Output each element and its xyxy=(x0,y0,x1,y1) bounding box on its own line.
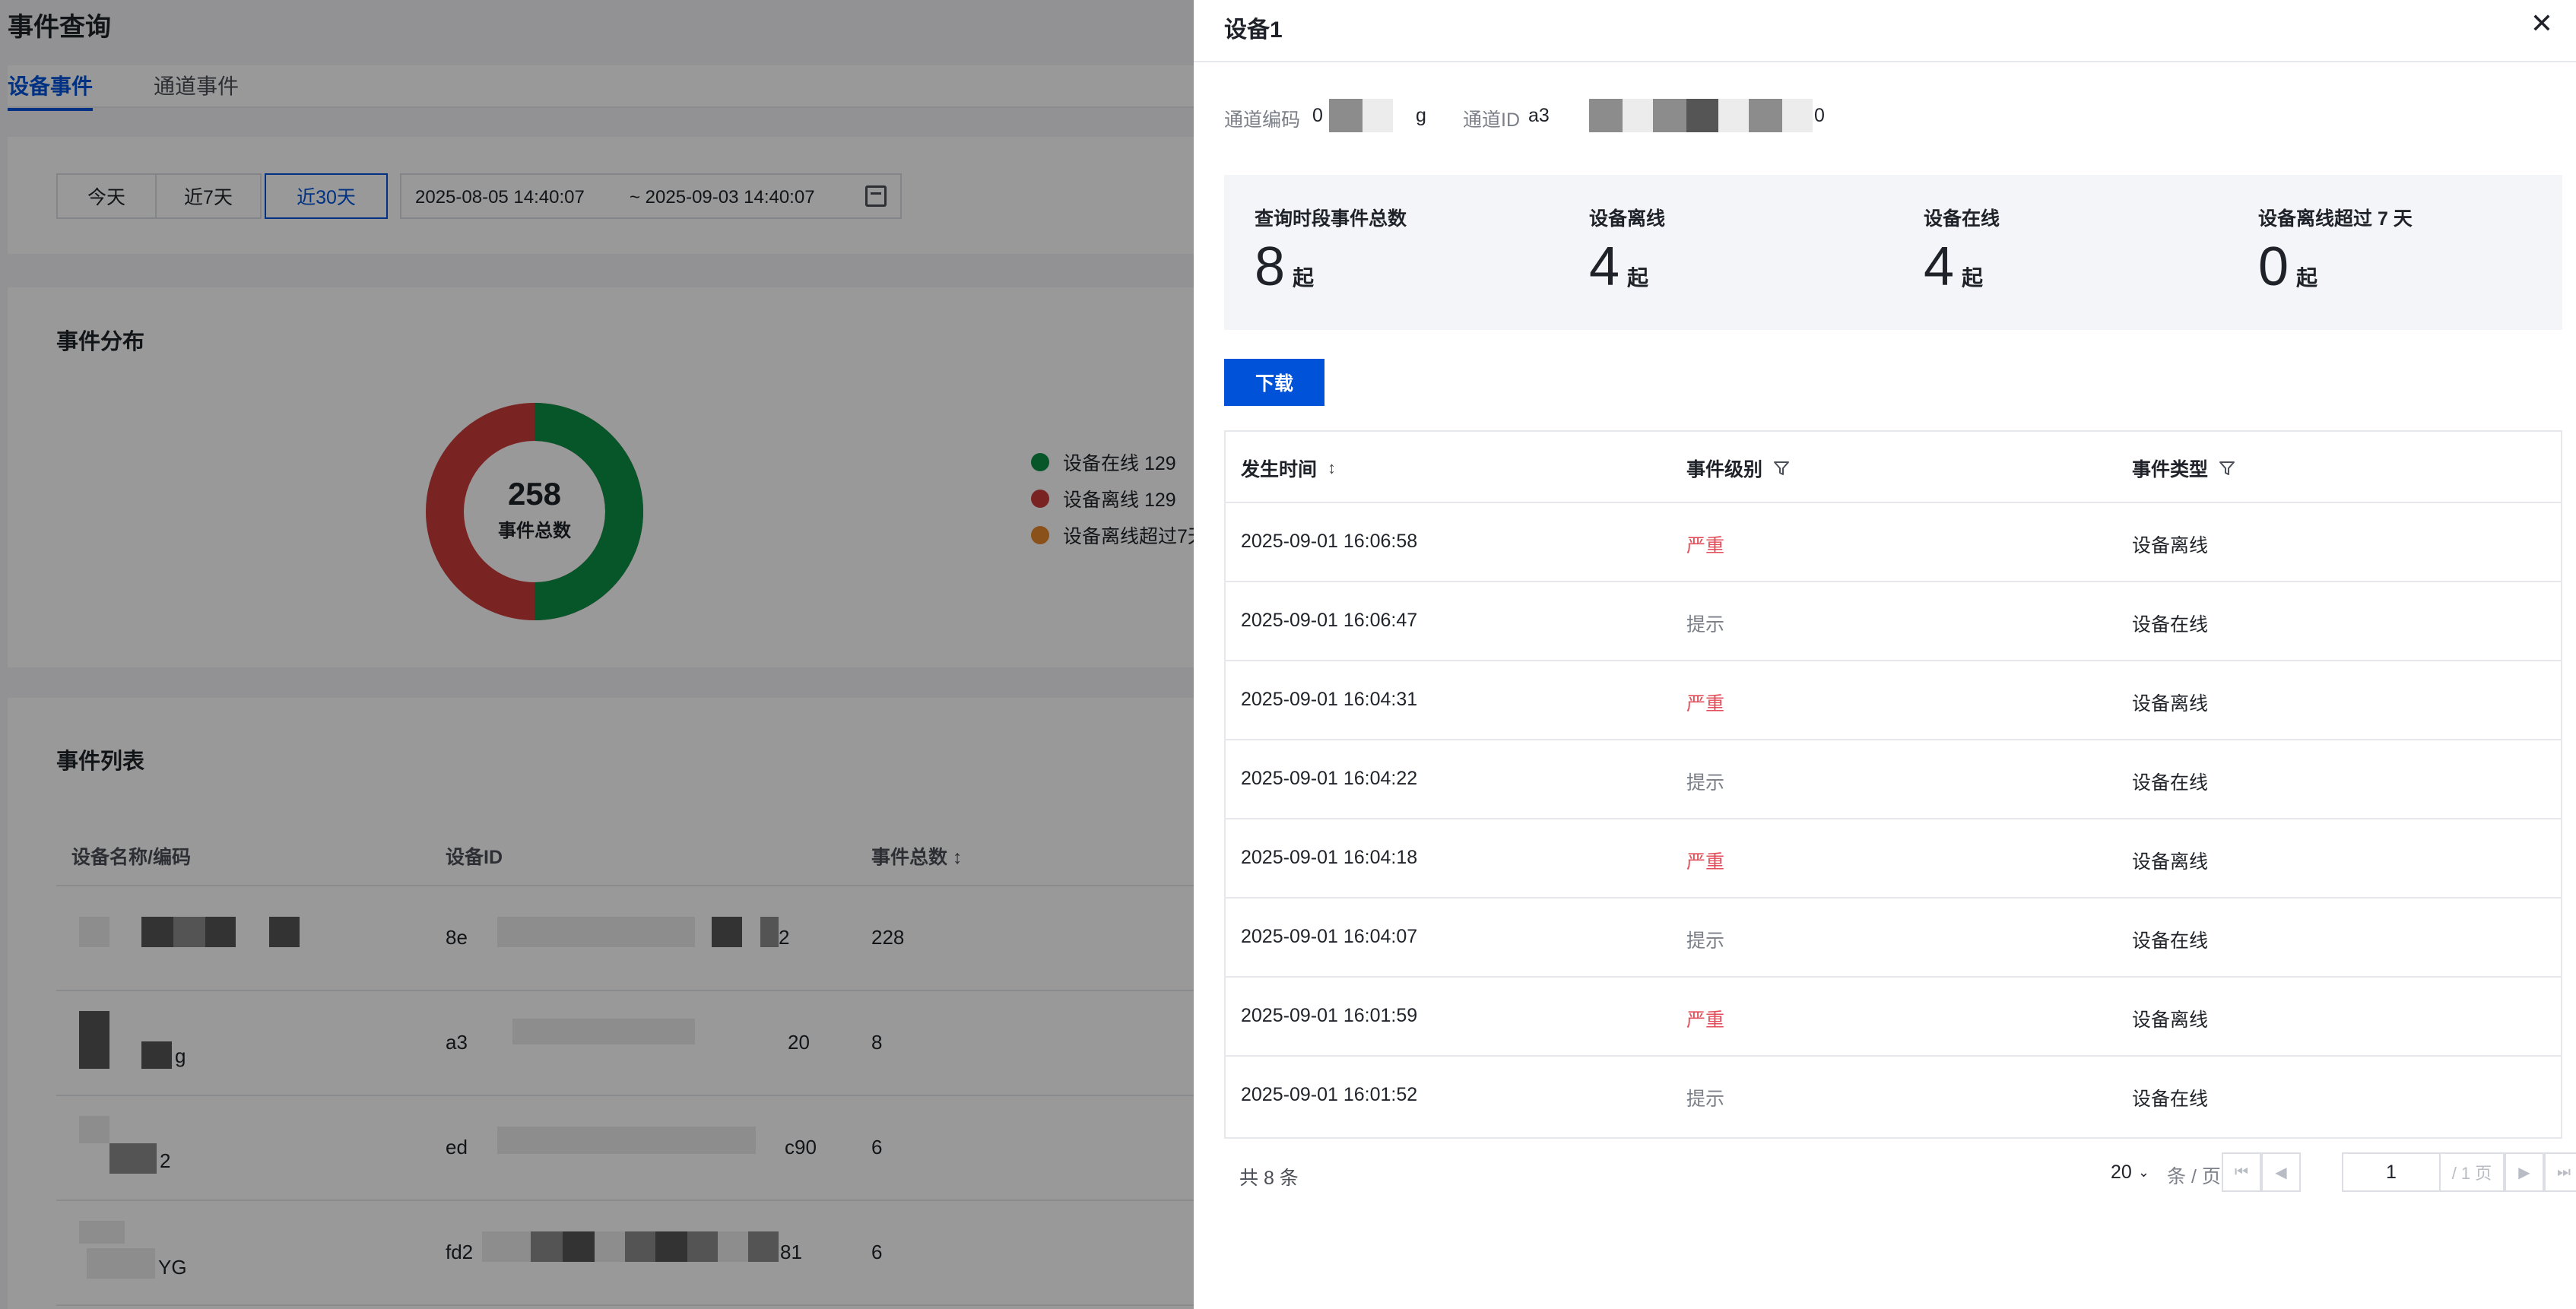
stat-label: 设备在线 xyxy=(1924,208,2000,230)
stat-online: 设备在线 4起 xyxy=(1924,204,2228,297)
total-count: 共 8 条 xyxy=(1239,1168,1299,1189)
stat-unit: 起 xyxy=(1293,266,1315,290)
sort-icon[interactable]: ↕ xyxy=(1328,458,1336,478)
table-row[interactable]: 2025-09-01 16:06:58 严重 设备离线 xyxy=(1226,503,2561,582)
event-type: 设备离线 xyxy=(2132,535,2209,556)
device-detail-drawer: 设备1 ✕ 通道编码 0 g 通道ID a3 0 查询时段事件总数 8起 设备离… xyxy=(1194,0,2576,1309)
stat-label: 查询时段事件总数 xyxy=(1255,208,1407,230)
table-row[interactable]: 2025-09-01 16:06:47 提示 设备在线 xyxy=(1226,582,2561,661)
stat-value: 4 xyxy=(1589,236,1620,297)
table-row[interactable]: 2025-09-01 16:01:59 严重 设备离线 xyxy=(1226,978,2561,1057)
event-time: 2025-09-01 16:04:22 xyxy=(1241,768,1418,789)
redacted-block xyxy=(1653,99,1686,132)
table-row[interactable]: 2025-09-01 16:01:52 提示 设备在线 xyxy=(1226,1057,2561,1136)
event-time: 2025-09-01 16:06:58 xyxy=(1241,531,1418,552)
page-size-value: 20 xyxy=(2111,1162,2132,1183)
filter-icon[interactable] xyxy=(2219,460,2235,477)
prev-page-icon[interactable]: ◀ xyxy=(2261,1152,2301,1192)
redacted-block xyxy=(1589,99,1623,132)
event-time: 2025-09-01 16:04:18 xyxy=(1241,847,1418,868)
event-level: 严重 xyxy=(1686,693,1725,715)
stat-offline-7d: 设备离线超过 7 天 0起 xyxy=(2258,204,2562,297)
table-row[interactable]: 2025-09-01 16:04:07 提示 设备在线 xyxy=(1226,899,2561,978)
event-time: 2025-09-01 16:04:07 xyxy=(1241,926,1418,947)
pagination: 共 8 条 20 ⌄ 条 / 页 ⏮ ◀ 1 / 1 页 ▶ ⏭ xyxy=(1224,1152,2576,1196)
download-button[interactable]: 下载 xyxy=(1224,359,1324,406)
redacted-block xyxy=(1363,99,1393,132)
event-level: 提示 xyxy=(1686,772,1725,794)
channel-id-end: 0 xyxy=(1814,105,1825,126)
drawer-title: 设备1 xyxy=(1224,17,1283,43)
next-page-icon[interactable]: ▶ xyxy=(2505,1152,2544,1192)
redacted-block xyxy=(1686,99,1718,132)
col-type: 事件类型 xyxy=(2132,455,2235,482)
event-level: 提示 xyxy=(1686,930,1725,952)
stat-offline: 设备离线 4起 xyxy=(1589,204,1893,297)
modal-overlay[interactable] xyxy=(0,0,1194,1309)
col-time-label: 发生时间 xyxy=(1241,459,1318,480)
filter-icon[interactable] xyxy=(1773,460,1790,477)
redacted-block xyxy=(1623,99,1653,132)
total-pages: / 1 页 xyxy=(2441,1152,2505,1192)
col-time[interactable]: 发生时间 ↕ xyxy=(1241,455,1336,482)
stat-value: 0 xyxy=(2258,236,2289,297)
stat-total: 查询时段事件总数 8起 xyxy=(1255,204,1559,297)
stat-label: 设备离线超过 7 天 xyxy=(2258,208,2413,230)
stat-unit: 起 xyxy=(2296,266,2318,290)
page-input[interactable]: 1 xyxy=(2342,1152,2441,1192)
event-type: 设备在线 xyxy=(2132,614,2209,635)
channel-info: 通道编码 0 g 通道ID a3 0 xyxy=(1224,99,1984,134)
table-row[interactable]: 2025-09-01 16:04:18 严重 设备离线 xyxy=(1226,819,2561,899)
first-page-icon[interactable]: ⏮ xyxy=(2222,1152,2261,1192)
page-size-select[interactable]: 20 ⌄ xyxy=(2111,1162,2149,1184)
event-level: 严重 xyxy=(1686,535,1725,556)
event-table-header: 发生时间 ↕ 事件级别 事件类型 xyxy=(1226,432,2561,503)
channel-id-start: a3 xyxy=(1528,105,1550,126)
event-table: 发生时间 ↕ 事件级别 事件类型 2025-09-01 16:06:58 严重 … xyxy=(1224,430,2562,1139)
stat-unit: 起 xyxy=(1627,266,1649,290)
event-type: 设备在线 xyxy=(2132,772,2209,794)
stat-unit: 起 xyxy=(1962,266,1984,290)
event-type: 设备离线 xyxy=(2132,1009,2209,1031)
drawer-header: 设备1 ✕ xyxy=(1194,0,2576,62)
chevron-down-icon: ⌄ xyxy=(2137,1165,2149,1180)
channel-code-end: g xyxy=(1416,105,1426,126)
event-level: 严重 xyxy=(1686,1009,1725,1031)
event-time: 2025-09-01 16:06:47 xyxy=(1241,610,1418,631)
last-page-icon[interactable]: ⏭ xyxy=(2544,1152,2576,1192)
event-time: 2025-09-01 16:01:59 xyxy=(1241,1005,1418,1026)
channel-id-label: 通道ID xyxy=(1463,109,1521,131)
event-type: 设备在线 xyxy=(2132,1089,2209,1110)
table-row[interactable]: 2025-09-01 16:04:22 提示 设备在线 xyxy=(1226,740,2561,819)
close-icon[interactable]: ✕ xyxy=(2530,8,2553,40)
redacted-block xyxy=(1329,99,1363,132)
page-size-unit: 条 / 页 xyxy=(2167,1166,2221,1187)
redacted-block xyxy=(1782,99,1813,132)
col-type-label: 事件类型 xyxy=(2132,459,2209,480)
col-level: 事件级别 xyxy=(1686,455,1790,482)
redacted-block xyxy=(1749,99,1782,132)
event-type: 设备离线 xyxy=(2132,851,2209,873)
redacted-block xyxy=(1718,99,1749,132)
stat-value: 4 xyxy=(1924,236,1955,297)
event-type: 设备在线 xyxy=(2132,930,2209,952)
table-row[interactable]: 2025-09-01 16:04:31 严重 设备离线 xyxy=(1226,661,2561,740)
stat-label: 设备离线 xyxy=(1589,208,1666,230)
event-level: 提示 xyxy=(1686,1089,1725,1110)
channel-code-label: 通道编码 xyxy=(1224,109,1301,131)
event-type: 设备离线 xyxy=(2132,693,2209,715)
channel-code-start: 0 xyxy=(1312,105,1323,126)
event-time: 2025-09-01 16:01:52 xyxy=(1241,1084,1418,1105)
stat-value: 8 xyxy=(1255,236,1286,297)
col-level-label: 事件级别 xyxy=(1686,459,1763,480)
stats-panel: 查询时段事件总数 8起 设备离线 4起 设备在线 4起 设备离线超过 7 天 0… xyxy=(1224,175,2562,330)
event-level: 提示 xyxy=(1686,614,1725,635)
event-time: 2025-09-01 16:04:31 xyxy=(1241,689,1418,710)
event-level: 严重 xyxy=(1686,851,1725,873)
